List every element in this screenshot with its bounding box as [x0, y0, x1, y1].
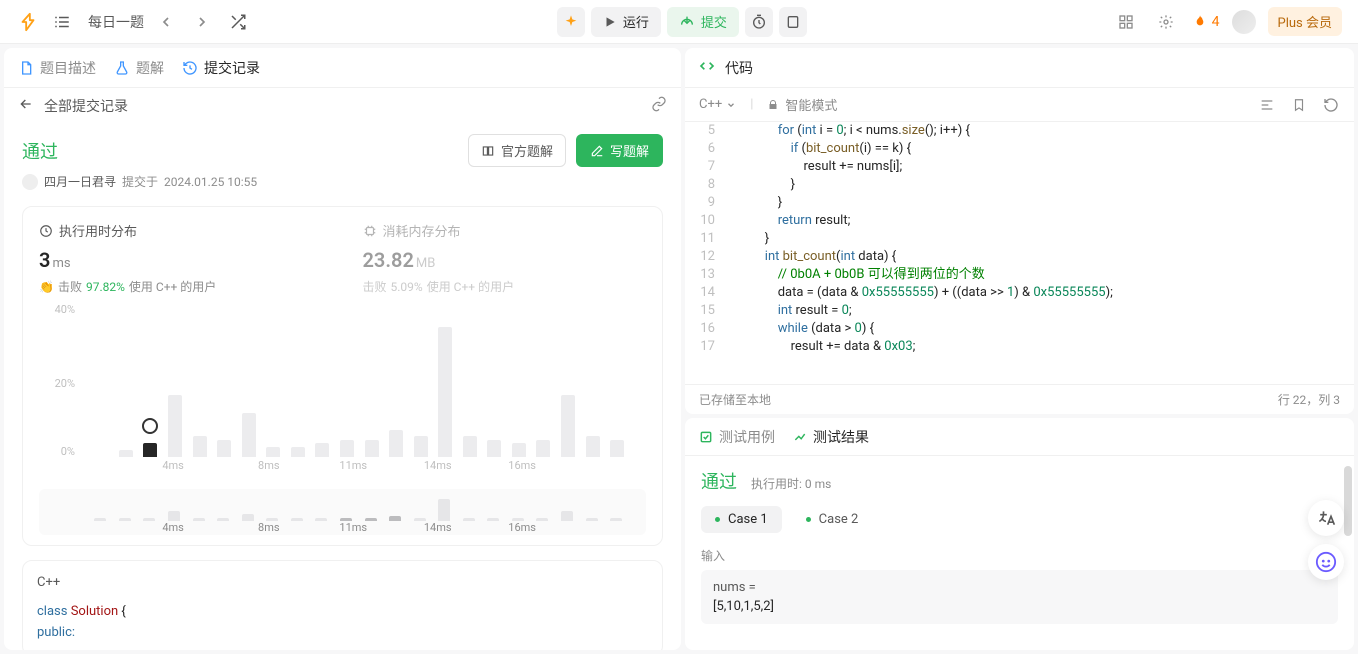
result-scrollbar[interactable]: [1344, 466, 1352, 640]
topbar-center: 运行 提交: [557, 7, 807, 37]
case-1[interactable]: Case 1: [701, 506, 782, 533]
timer-icon[interactable]: [745, 7, 773, 37]
lang-select[interactable]: C++: [699, 97, 736, 112]
tab-submissions[interactable]: 提交记录: [182, 58, 260, 78]
save-status: 已存储至本地: [699, 391, 771, 408]
list-icon[interactable]: [48, 8, 76, 36]
grid-icon[interactable]: [1112, 8, 1140, 36]
sparkle-icon[interactable]: [557, 7, 585, 37]
chart-bar[interactable]: [389, 430, 403, 457]
shuffle-icon[interactable]: [224, 8, 252, 36]
user-avatar-small[interactable]: [22, 174, 38, 190]
tab-description[interactable]: 题目描述: [18, 58, 96, 78]
code-icon: [699, 58, 715, 78]
reset-icon[interactable]: [1322, 96, 1340, 114]
submit-time: 2024.01.25 10:55: [164, 175, 257, 189]
status-pass: 通过: [22, 138, 58, 164]
left-panel: 题目描述 题解 提交记录 全部提交记录 通过 官方题解: [4, 48, 681, 650]
overview-bar[interactable]: [561, 511, 573, 521]
overview-bar[interactable]: [242, 514, 254, 522]
overview-bar[interactable]: [168, 511, 180, 521]
submitted-code: C++ class Solution { public:: [22, 560, 663, 650]
bookmark-icon[interactable]: [1290, 96, 1308, 114]
gear-icon[interactable]: [1152, 8, 1180, 36]
memory-stat[interactable]: 消耗内存分布 23.82MB 击败 5.09% 使用 C++ 的用户: [363, 221, 647, 295]
chart-bar[interactable]: [438, 327, 452, 457]
chart-marker: [142, 418, 158, 434]
assistant-button[interactable]: [1308, 544, 1344, 580]
logo[interactable]: [16, 10, 40, 34]
translate-button[interactable]: [1308, 500, 1344, 536]
streak-fire[interactable]: 4: [1192, 14, 1220, 30]
chart-bar[interactable]: [414, 436, 428, 457]
input-box: nums = [5,10,1,5,2]: [701, 570, 1338, 624]
input-label: 输入: [701, 547, 1338, 564]
avatar[interactable]: [1232, 10, 1256, 34]
chart-bar[interactable]: [610, 440, 624, 457]
chart-bar[interactable]: [266, 447, 280, 457]
history-icon: [182, 60, 198, 76]
chart-bar[interactable]: [365, 440, 379, 457]
result-panel: 测试用例 测试结果 通过 执行用时: 0 ms Case 1 Case 2 输入: [685, 418, 1354, 650]
case-2[interactable]: Case 2: [792, 506, 873, 533]
runtime-chart-overview[interactable]: 4ms 8ms 11ms 14ms 16ms: [39, 489, 646, 535]
chart-bar[interactable]: [168, 395, 182, 457]
official-solution-button[interactable]: 官方题解: [468, 134, 566, 167]
stats-box: 执行用时分布 3ms 👏击败 97.82% 使用 C++ 的用户 消耗内存分布 …: [22, 206, 663, 546]
topbar-right: 4 Plus 会员: [1112, 7, 1342, 36]
code-panel: 代码 C++ | 智能模式 5 for (int i = 0; i < nums…: [685, 48, 1354, 414]
left-content: 通过 官方题解 写题解 四月一日君寻 提交于 2024.01.25 10:55: [4, 124, 681, 650]
code-editor[interactable]: 5 for (int i = 0; i < nums.size(); i++) …: [685, 122, 1354, 384]
clap-icon: 👏: [39, 280, 54, 294]
format-icon[interactable]: [1258, 96, 1276, 114]
chevron-right-icon[interactable]: [188, 8, 216, 36]
cursor-pos: 行 22，列 3: [1278, 391, 1340, 408]
username[interactable]: 四月一日君寻: [44, 173, 116, 190]
back-arrow-icon[interactable]: [18, 96, 34, 116]
flask-icon: [114, 60, 130, 76]
back-label[interactable]: 全部提交记录: [44, 96, 128, 116]
plus-badge[interactable]: Plus 会员: [1268, 7, 1342, 36]
chart-bar[interactable]: [340, 440, 354, 457]
subbar: 全部提交记录: [4, 88, 681, 124]
result-time: 执行用时: 0 ms: [751, 475, 831, 492]
tab-testcases[interactable]: 测试用例: [699, 427, 775, 447]
note-icon[interactable]: [779, 7, 807, 37]
chart-bar[interactable]: [143, 443, 157, 457]
run-button[interactable]: 运行: [591, 7, 661, 37]
write-solution-button[interactable]: 写题解: [576, 134, 663, 167]
link-icon[interactable]: [651, 96, 667, 116]
tab-results[interactable]: 测试结果: [793, 427, 869, 447]
chart-bar[interactable]: [119, 450, 133, 457]
left-tabs: 题目描述 题解 提交记录: [4, 48, 681, 88]
runtime-stat[interactable]: 执行用时分布 3ms 👏击败 97.82% 使用 C++ 的用户: [39, 221, 323, 295]
chart-bar[interactable]: [193, 436, 207, 457]
tab-solution[interactable]: 题解: [114, 58, 164, 78]
chart-bar[interactable]: [586, 436, 600, 457]
chart-bar[interactable]: [512, 443, 526, 457]
submission-meta: 四月一日君寻 提交于 2024.01.25 10:55: [22, 173, 663, 190]
overview-bar[interactable]: [438, 499, 450, 521]
doc-icon: [18, 60, 34, 76]
chart-bar[interactable]: [291, 447, 305, 457]
runtime-chart[interactable]: 40% 20% 0% 4ms 8ms 11ms 14ms 16ms: [39, 303, 646, 483]
submit-button[interactable]: 提交: [667, 7, 739, 37]
smart-mode[interactable]: 智能模式: [767, 95, 837, 114]
chart-bar[interactable]: [242, 413, 256, 457]
chevron-left-icon[interactable]: [152, 8, 180, 36]
result-pass: 通过: [701, 468, 737, 494]
chart-bar[interactable]: [217, 440, 231, 457]
code-title: 代码: [725, 58, 753, 78]
chart-bar[interactable]: [463, 436, 477, 457]
chart-bar[interactable]: [487, 440, 501, 457]
daily-label[interactable]: 每日一题: [88, 12, 144, 32]
chart-bar[interactable]: [561, 395, 575, 457]
chart-bar[interactable]: [536, 440, 550, 457]
chart-bar[interactable]: [315, 443, 329, 457]
topbar: 每日一题 运行 提交: [0, 0, 1358, 44]
